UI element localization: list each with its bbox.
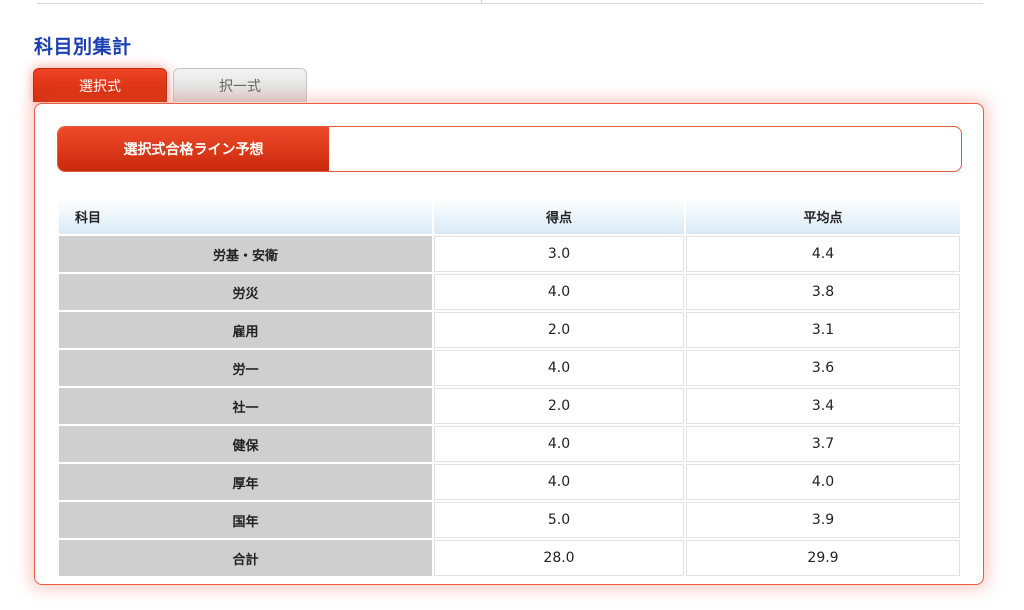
average-cell: 3.1	[686, 312, 960, 348]
average-cell: 4.4	[686, 236, 960, 272]
score-cell: 4.0	[434, 464, 684, 500]
total-average-cell: 29.9	[686, 540, 960, 576]
table-row: 労基・安衛 3.0 4.4	[59, 236, 960, 272]
subject-cell: 厚年	[59, 464, 432, 500]
tab-selection[interactable]: 選択式	[33, 68, 167, 102]
subject-cell: 国年	[59, 502, 432, 538]
table-row: 雇用 2.0 3.1	[59, 312, 960, 348]
score-cell: 4.0	[434, 426, 684, 462]
score-cell: 5.0	[434, 502, 684, 538]
total-label-cell: 合計	[59, 540, 432, 576]
page-title: 科目別集計	[34, 36, 132, 58]
subject-cell: 労基・安衛	[59, 236, 432, 272]
table-row: 国年 5.0 3.9	[59, 502, 960, 538]
subject-cell: 社一	[59, 388, 432, 424]
pass-line-heading: 選択式合格ライン予想	[57, 126, 962, 172]
score-table: 科目 得点 平均点 労基・安衛 3.0 4.4 労災 4.0 3.8 雇用 2.…	[57, 196, 962, 578]
average-cell: 3.9	[686, 502, 960, 538]
score-cell: 4.0	[434, 274, 684, 310]
table-row: 労災 4.0 3.8	[59, 274, 960, 310]
average-cell: 4.0	[686, 464, 960, 500]
score-cell: 2.0	[434, 312, 684, 348]
table-row-total: 合計 28.0 29.9	[59, 540, 960, 576]
table-row: 厚年 4.0 4.0	[59, 464, 960, 500]
score-cell: 4.0	[434, 350, 684, 386]
subject-cell: 健保	[59, 426, 432, 462]
subject-cell: 労一	[59, 350, 432, 386]
column-header-subject: 科目	[59, 198, 432, 234]
table-header-row: 科目 得点 平均点	[59, 198, 960, 234]
top-divider-separator	[481, 0, 482, 4]
results-panel: 選択式合格ライン予想 科目 得点 平均点 労基・安衛 3.0 4.4 労災 4.…	[34, 103, 984, 585]
table-row: 労一 4.0 3.6	[59, 350, 960, 386]
subject-cell: 雇用	[59, 312, 432, 348]
column-header-average: 平均点	[686, 198, 960, 234]
average-cell: 3.6	[686, 350, 960, 386]
table-row: 社一 2.0 3.4	[59, 388, 960, 424]
score-cell: 3.0	[434, 236, 684, 272]
pass-line-heading-label: 選択式合格ライン予想	[58, 127, 329, 171]
top-divider	[37, 0, 983, 4]
column-header-score: 得点	[434, 198, 684, 234]
average-cell: 3.4	[686, 388, 960, 424]
total-score-cell: 28.0	[434, 540, 684, 576]
score-cell: 2.0	[434, 388, 684, 424]
subject-cell: 労災	[59, 274, 432, 310]
average-cell: 3.7	[686, 426, 960, 462]
average-cell: 3.8	[686, 274, 960, 310]
tab-multiple-choice[interactable]: 択一式	[173, 68, 307, 102]
table-row: 健保 4.0 3.7	[59, 426, 960, 462]
